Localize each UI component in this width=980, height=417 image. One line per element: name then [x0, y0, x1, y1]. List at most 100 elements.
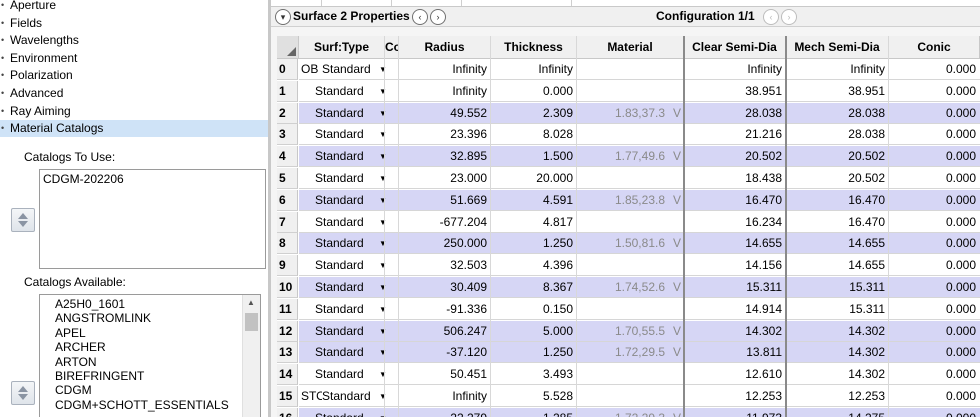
material-cell[interactable]: 1.77,49.6 — [577, 146, 669, 167]
conic-cell[interactable]: 0.000 — [889, 124, 980, 145]
scrollbar-thumb[interactable] — [245, 313, 258, 331]
surface-type-cell[interactable]: Standard — [315, 81, 375, 102]
radius-cell[interactable]: 32.895 — [399, 146, 491, 167]
surface-tag[interactable]: STO — [300, 386, 322, 407]
row-number[interactable]: 15 — [277, 386, 298, 407]
material-cell[interactable] — [577, 255, 669, 276]
row-number[interactable]: 6 — [277, 189, 298, 211]
tree-item[interactable]: • Environment — [0, 50, 268, 67]
add-catalog-button[interactable] — [11, 381, 35, 405]
mech-semi-dia-cell[interactable]: 20.502 — [788, 146, 889, 167]
clear-semi-dia-cell[interactable]: 14.302 — [686, 321, 786, 342]
dropdown-arrow-icon[interactable]: ▼ — [379, 255, 387, 276]
radius-cell[interactable]: 23.396 — [399, 124, 491, 145]
radius-cell[interactable]: -91.336 — [399, 299, 491, 320]
tree-item[interactable]: • Wavelengths — [0, 32, 268, 49]
next-config-button[interactable]: › — [781, 9, 797, 25]
radius-cell[interactable]: -677.204 — [399, 212, 491, 233]
row-number[interactable]: 11 — [277, 298, 298, 320]
mech-semi-dia-cell[interactable]: 14.655 — [788, 255, 889, 276]
mech-semi-dia-cell[interactable]: 14.275 — [788, 408, 889, 417]
surface-tag[interactable]: OB — [300, 59, 322, 80]
mech-semi-dia-cell[interactable]: 14.302 — [788, 321, 889, 342]
clear-semi-dia-cell[interactable]: 38.951 — [686, 81, 786, 102]
chevron-down-icon[interactable]: ▾ — [275, 9, 291, 25]
surface-type-cell[interactable]: Standard — [315, 277, 375, 298]
tree-item[interactable]: • Material Catalogs — [0, 120, 268, 138]
radius-cell[interactable]: Infinity — [399, 386, 491, 407]
conic-cell[interactable]: 0.000 — [889, 81, 980, 102]
conic-cell[interactable]: 0.000 — [889, 103, 980, 124]
dropdown-arrow-icon[interactable]: ▼ — [379, 81, 387, 102]
conic-cell[interactable]: 0.000 — [889, 212, 980, 233]
row-number[interactable]: 10 — [277, 277, 298, 298]
catalogs-to-use-list[interactable]: CDGM-202206 — [39, 169, 266, 269]
conic-cell[interactable]: 0.000 — [889, 299, 980, 320]
row-number[interactable]: 2 — [277, 102, 298, 124]
dropdown-arrow-icon[interactable]: ▼ — [379, 386, 387, 407]
solve-indicator[interactable]: V — [673, 103, 683, 124]
surface-type-cell[interactable]: Standard — [315, 255, 375, 276]
material-cell[interactable] — [577, 59, 669, 80]
clear-semi-dia-cell[interactable]: 16.234 — [686, 212, 786, 233]
dropdown-arrow-icon[interactable]: ▼ — [379, 59, 387, 80]
radius-cell[interactable]: 32.503 — [399, 255, 491, 276]
catalog-item[interactable]: APEL — [40, 326, 260, 340]
dropdown-arrow-icon[interactable]: ▼ — [379, 299, 387, 320]
tree-item[interactable]: • Polarization — [0, 67, 268, 84]
material-cell[interactable] — [577, 81, 669, 102]
column-header-comment[interactable]: Co — [385, 36, 399, 59]
thickness-cell[interactable]: 2.309 — [491, 103, 577, 124]
thickness-cell[interactable]: 4.396 — [491, 255, 577, 276]
thickness-cell[interactable]: 4.591 — [491, 190, 577, 211]
conic-cell[interactable]: 0.000 — [889, 386, 980, 407]
row-number[interactable]: 0 — [277, 59, 298, 80]
grid-corner[interactable] — [277, 36, 299, 59]
solve-indicator[interactable]: V — [673, 408, 683, 417]
clear-semi-dia-cell[interactable]: 11.973 — [686, 408, 786, 417]
dropdown-arrow-icon[interactable]: ▼ — [379, 364, 387, 385]
dropdown-arrow-icon[interactable]: ▼ — [379, 321, 387, 342]
row-number[interactable]: 7 — [277, 211, 298, 233]
radius-cell[interactable]: Infinity — [399, 81, 491, 102]
thickness-cell[interactable]: 20.000 — [491, 168, 577, 189]
scroll-up-arrow-icon[interactable]: ▲ — [247, 298, 255, 307]
row-number[interactable]: 13 — [277, 342, 298, 364]
tree-item[interactable]: • Ray Aiming — [0, 103, 268, 120]
mech-semi-dia-cell[interactable]: 14.302 — [788, 364, 889, 385]
tree-item[interactable]: • Fields — [0, 15, 268, 32]
thickness-cell[interactable]: 8.367 — [491, 277, 577, 298]
tree-item[interactable]: • Advanced — [0, 85, 268, 102]
surface-type-cell[interactable]: Standard — [315, 233, 375, 254]
mech-semi-dia-cell[interactable]: 12.253 — [788, 386, 889, 407]
mech-semi-dia-cell[interactable]: 16.470 — [788, 190, 889, 211]
material-cell[interactable]: 1.72,29.5 — [577, 342, 669, 363]
clear-semi-dia-cell[interactable]: 12.253 — [686, 386, 786, 407]
surface-type-cell[interactable]: Standard — [322, 59, 382, 80]
mech-semi-dia-cell[interactable]: 20.502 — [788, 168, 889, 189]
mech-semi-dia-cell[interactable]: 14.655 — [788, 233, 889, 254]
column-header-mech-semi-dia[interactable]: Mech Semi-Dia — [786, 36, 889, 59]
catalog-item[interactable]: CDGM — [40, 383, 260, 397]
surface-type-cell[interactable]: Standard — [315, 212, 375, 233]
clear-semi-dia-cell[interactable]: 28.038 — [686, 103, 786, 124]
catalog-item[interactable]: ANGSTROMLINK — [40, 311, 260, 325]
catalog-item[interactable]: ARCHER — [40, 340, 260, 354]
clear-semi-dia-cell[interactable]: 14.655 — [686, 233, 786, 254]
surface-type-cell[interactable]: Standard — [315, 364, 375, 385]
dropdown-arrow-icon[interactable]: ▼ — [379, 124, 387, 145]
dropdown-arrow-icon[interactable]: ▼ — [379, 408, 387, 417]
material-cell[interactable] — [577, 364, 669, 385]
dropdown-arrow-icon[interactable]: ▼ — [379, 212, 387, 233]
surface-type-cell[interactable]: Standard — [315, 299, 375, 320]
conic-cell[interactable]: 0.000 — [889, 59, 980, 80]
dropdown-arrow-icon[interactable]: ▼ — [379, 146, 387, 167]
row-number[interactable]: 1 — [277, 80, 298, 102]
catalog-item[interactable]: ARTON — [40, 355, 260, 369]
row-number[interactable]: 8 — [277, 233, 298, 255]
surface-type-cell[interactable]: Standard — [322, 386, 382, 407]
column-header-clear-semi-dia[interactable]: Clear Semi-Dia — [684, 36, 786, 59]
thickness-cell[interactable]: 8.028 — [491, 124, 577, 145]
column-header-radius[interactable]: Radius — [399, 36, 491, 59]
material-cell[interactable]: 1.72,29.3 — [577, 408, 669, 417]
